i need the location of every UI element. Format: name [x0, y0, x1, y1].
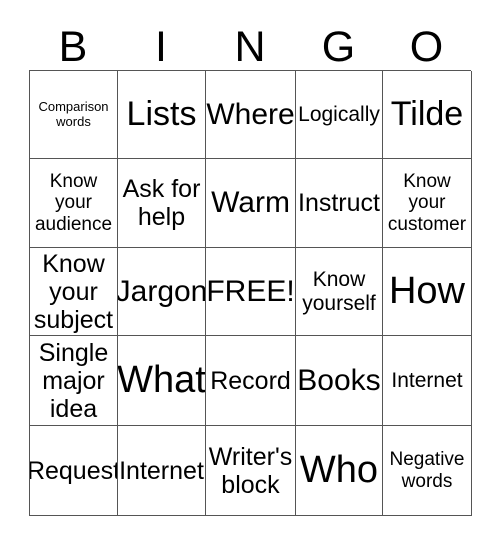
bingo-cell-b1[interactable]: Comparison words — [30, 71, 118, 159]
bingo-cell-label: FREE! — [206, 274, 295, 308]
bingo-cell-n1[interactable]: Where — [206, 71, 296, 159]
bingo-cell-label: Jargon — [118, 274, 206, 308]
bingo-cell-i5[interactable]: Internet — [118, 426, 206, 516]
bingo-cell-label: Ask for help — [122, 175, 201, 231]
bingo-cell-label: Internet — [391, 368, 463, 392]
bingo-cell-label: Who — [299, 449, 379, 492]
bingo-cell-free-space[interactable]: FREE! — [206, 248, 296, 336]
bingo-cell-label: Warm — [211, 186, 290, 220]
bingo-cell-label: Writer's block — [208, 442, 293, 499]
bingo-cell-label: Lists — [126, 95, 197, 134]
bingo-cell-label: Negative words — [389, 449, 465, 492]
bingo-cell-label: Where — [206, 97, 295, 131]
bingo-cell-b4[interactable]: Single major idea — [30, 336, 118, 426]
bingo-cell-o5[interactable]: Negative words — [383, 426, 472, 516]
bingo-cell-label: Record — [210, 366, 291, 395]
bingo-cell-label: Books — [297, 363, 381, 397]
header-letter-b: B — [58, 23, 88, 71]
bingo-grid: Comparison words Lists Where Logically T… — [29, 70, 472, 516]
bingo-cell-i1[interactable]: Lists — [118, 71, 206, 159]
bingo-cell-g2[interactable]: Instruct — [296, 159, 383, 248]
bingo-cell-label: Know your audience — [34, 171, 113, 235]
bingo-card: B I N G O Comparison words Lists Where L… — [29, 22, 472, 516]
bingo-cell-g3[interactable]: Know yourself — [296, 248, 383, 336]
bingo-cell-b5[interactable]: Request — [30, 426, 118, 516]
bingo-cell-n5[interactable]: Writer's block — [206, 426, 296, 516]
bingo-cell-g1[interactable]: Logically — [296, 71, 383, 159]
bingo-cell-b3[interactable]: Know your subject — [30, 248, 118, 336]
bingo-cell-label: How — [388, 270, 466, 313]
bingo-cell-label: Internet — [119, 456, 204, 485]
bingo-cell-n2[interactable]: Warm — [206, 159, 296, 248]
bingo-cell-b2[interactable]: Know your audience — [30, 159, 118, 248]
bingo-cell-label: Tilde — [390, 95, 464, 134]
bingo-cell-g5[interactable]: Who — [296, 426, 383, 516]
bingo-cell-label: What — [118, 359, 206, 402]
bingo-cell-i3[interactable]: Jargon — [118, 248, 206, 336]
bingo-cell-i2[interactable]: Ask for help — [118, 159, 206, 248]
bingo-cell-o3[interactable]: How — [383, 248, 472, 336]
bingo-header-row: B I N G O — [29, 22, 471, 70]
header-letter-n: N — [234, 23, 266, 71]
header-letter-i: I — [155, 23, 167, 71]
bingo-cell-label: Know your customer — [387, 171, 467, 235]
bingo-cell-label: Instruct — [298, 189, 380, 217]
bingo-cell-label: Know yourself — [302, 267, 376, 315]
bingo-cell-o4[interactable]: Internet — [383, 336, 472, 426]
bingo-cell-o1[interactable]: Tilde — [383, 71, 472, 159]
bingo-cell-label: Comparison words — [38, 98, 109, 129]
bingo-cell-i4[interactable]: What — [118, 336, 206, 426]
bingo-cell-g4[interactable]: Books — [296, 336, 383, 426]
bingo-cell-label: Single major idea — [38, 338, 109, 423]
bingo-cell-o2[interactable]: Know your customer — [383, 159, 472, 248]
header-letter-o: O — [409, 23, 444, 71]
bingo-cell-label: Logically — [298, 102, 380, 126]
header-letter-g: G — [321, 23, 356, 71]
bingo-cell-label: Request — [30, 456, 118, 485]
bingo-cell-label: Know your subject — [33, 249, 114, 334]
bingo-cell-n4[interactable]: Record — [206, 336, 296, 426]
